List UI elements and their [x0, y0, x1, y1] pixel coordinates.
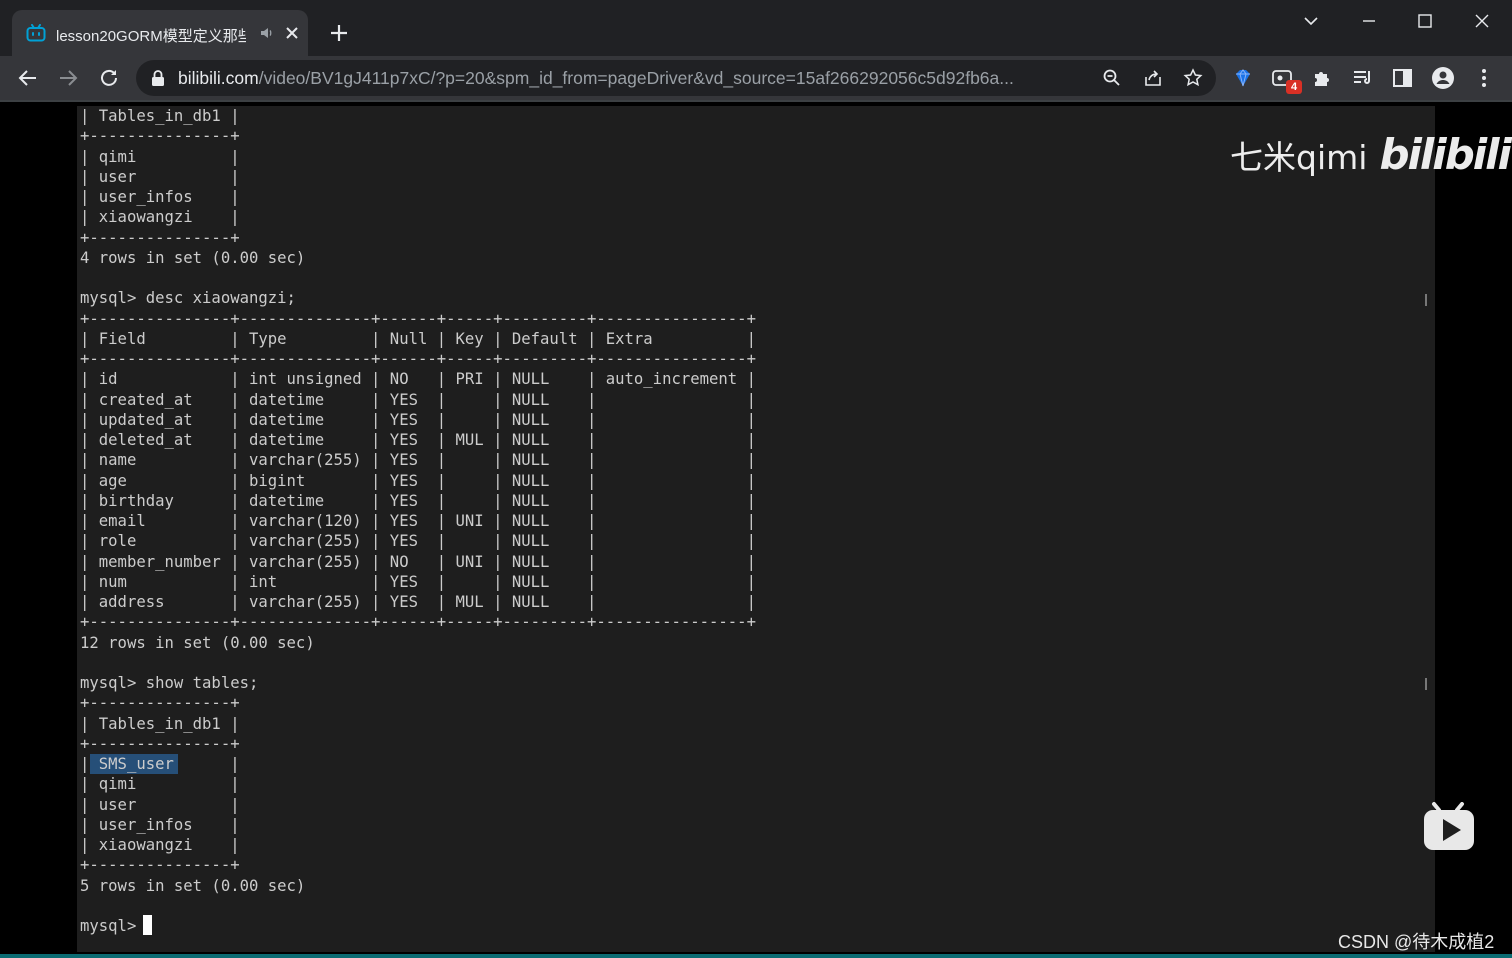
terminal-line: | user | — [80, 795, 240, 814]
gem-extension-icon[interactable] — [1231, 66, 1255, 90]
csdn-credit: CSDN @待木成植2 — [1338, 932, 1495, 952]
terminal-line: | qimi | — [80, 775, 240, 794]
terminal-line: mysql> show tables; — [80, 674, 259, 692]
terminal-line: | SMS_user | — [80, 755, 240, 773]
tab-search-chevron-icon[interactable] — [1298, 8, 1324, 34]
terminal-line: +---------------+ — [80, 856, 240, 875]
terminal-line: | Field | Type | Null | Key | Default | … — [80, 329, 756, 348]
tab-active[interactable]: lesson20GORM模型定义那些 — [12, 10, 308, 56]
tab-strip: lesson20GORM模型定义那些 — [0, 0, 1512, 56]
tab-title: lesson20GORM模型定义那些 — [56, 28, 246, 45]
terminal-line: +---------------+ — [80, 228, 240, 247]
terminal-line: | user_infos | — [80, 815, 240, 834]
terminal-line: mysql> desc xiaowangzi; — [80, 289, 296, 308]
terminal-line: | Tables_in_db1 | — [80, 714, 240, 733]
extension-badge: 4 — [1286, 80, 1302, 94]
bilibili-play-icon[interactable] — [1422, 802, 1476, 852]
url-text[interactable]: bilibili.com/video/BV1gJ411p7xC/?p=20&sp… — [178, 68, 1098, 90]
terminal-line: | id | int unsigned | NO | PRI | NULL | … — [80, 370, 756, 389]
terminal-line: | address | varchar(255) | YES | MUL | N… — [80, 593, 756, 611]
speaker-icon[interactable] — [258, 24, 276, 42]
zoom-icon[interactable] — [1102, 68, 1122, 88]
share-icon[interactable] — [1143, 68, 1163, 88]
terminal-line: | name | varchar(255) | YES | | NULL | | — [80, 451, 756, 470]
back-arrow-icon[interactable] — [16, 66, 40, 90]
terminal-line: +---------------+ — [80, 127, 240, 146]
terminal-line: mysql> — [80, 917, 146, 935]
terminal-line: | xiaowangzi | — [80, 836, 240, 854]
terminal-line: | deleted_at | datetime | YES | MUL | NU… — [80, 431, 756, 449]
terminal-line: | age | bigint | YES | | NULL | | — [80, 471, 756, 490]
terminal-line: 12 rows in set (0.00 sec) — [80, 633, 315, 652]
forward-arrow-icon[interactable] — [56, 66, 80, 90]
video-player[interactable]: | Tables_in_db1 | +---------------+ | qimi… — [0, 102, 1512, 958]
terminal-line: | Tables_in_db1 | — [80, 107, 240, 125]
extensions-puzzle-icon[interactable] — [1311, 66, 1335, 90]
terminal-line: | member_number | varchar(255) | NO | UN… — [80, 552, 756, 571]
terminal-line: | created_at | datetime | YES | | NULL |… — [80, 390, 756, 409]
address-bar[interactable]: bilibili.com/video/BV1gJ411p7xC/?p=20&sp… — [136, 60, 1216, 96]
side-panel-icon[interactable] — [1391, 66, 1415, 90]
video-progress-track[interactable] — [0, 954, 1512, 958]
scroll-marker — [1425, 678, 1427, 690]
bilibili-logo: bilibili — [1379, 130, 1512, 179]
terminal-line: | updated_at | datetime | YES | | NULL |… — [80, 410, 756, 429]
tab-close-icon[interactable] — [282, 23, 302, 43]
terminal-line: | qimi | — [80, 147, 240, 166]
terminal-line: | num | int | YES | | NULL | | — [80, 572, 756, 591]
terminal-line: | email | varchar(120) | YES | UNI | NUL… — [80, 512, 756, 530]
reload-icon[interactable] — [97, 66, 121, 90]
watermark-author: 七米qimi — [1230, 138, 1368, 177]
terminal-line: 5 rows in set (0.00 sec) — [80, 876, 306, 895]
maximize-icon[interactable] — [1412, 8, 1438, 34]
terminal-line: +---------------+--------------+------+-… — [80, 309, 756, 328]
terminal-line: +---------------+--------------+------+-… — [80, 350, 756, 368]
terminal-window: | Tables_in_db1 | +---------------+ | qimi… — [77, 106, 1435, 952]
bilibili-tv-icon — [26, 24, 46, 42]
minimize-icon[interactable] — [1356, 8, 1382, 34]
terminal-line: | user_infos | — [80, 188, 240, 206]
lock-icon[interactable] — [150, 69, 166, 87]
window-close-icon[interactable] — [1469, 8, 1495, 34]
media-queue-icon[interactable] — [1351, 66, 1375, 90]
kebab-menu-icon[interactable] — [1472, 66, 1496, 90]
browser-toolbar: bilibili.com/video/BV1gJ411p7xC/?p=20&sp… — [0, 56, 1512, 100]
new-tab-button[interactable] — [326, 20, 352, 46]
terminal-line: +---------------+--------------+------+-… — [80, 613, 756, 632]
terminal-line: +---------------+ — [80, 734, 240, 753]
profile-avatar-icon[interactable] — [1431, 66, 1455, 90]
terminal-line: | xiaowangzi | — [80, 208, 240, 227]
terminal-cursor — [143, 915, 152, 935]
uploader-watermark: 七米qimi bilibili — [1230, 130, 1512, 179]
terminal-line: | birthday | datetime | YES | | NULL | | — [80, 491, 756, 510]
terminal-line: | role | varchar(255) | YES | | NULL | | — [80, 532, 756, 551]
scroll-marker — [1425, 294, 1427, 306]
terminal-line: | user | — [80, 167, 240, 186]
terminal-line: +---------------+ — [80, 694, 240, 713]
terminal-line: 4 rows in set (0.00 sec) — [80, 248, 306, 267]
terminal-output: | Tables_in_db1 | +---------------+ | qimi… — [80, 106, 756, 936]
bookmark-star-icon[interactable] — [1183, 68, 1203, 88]
